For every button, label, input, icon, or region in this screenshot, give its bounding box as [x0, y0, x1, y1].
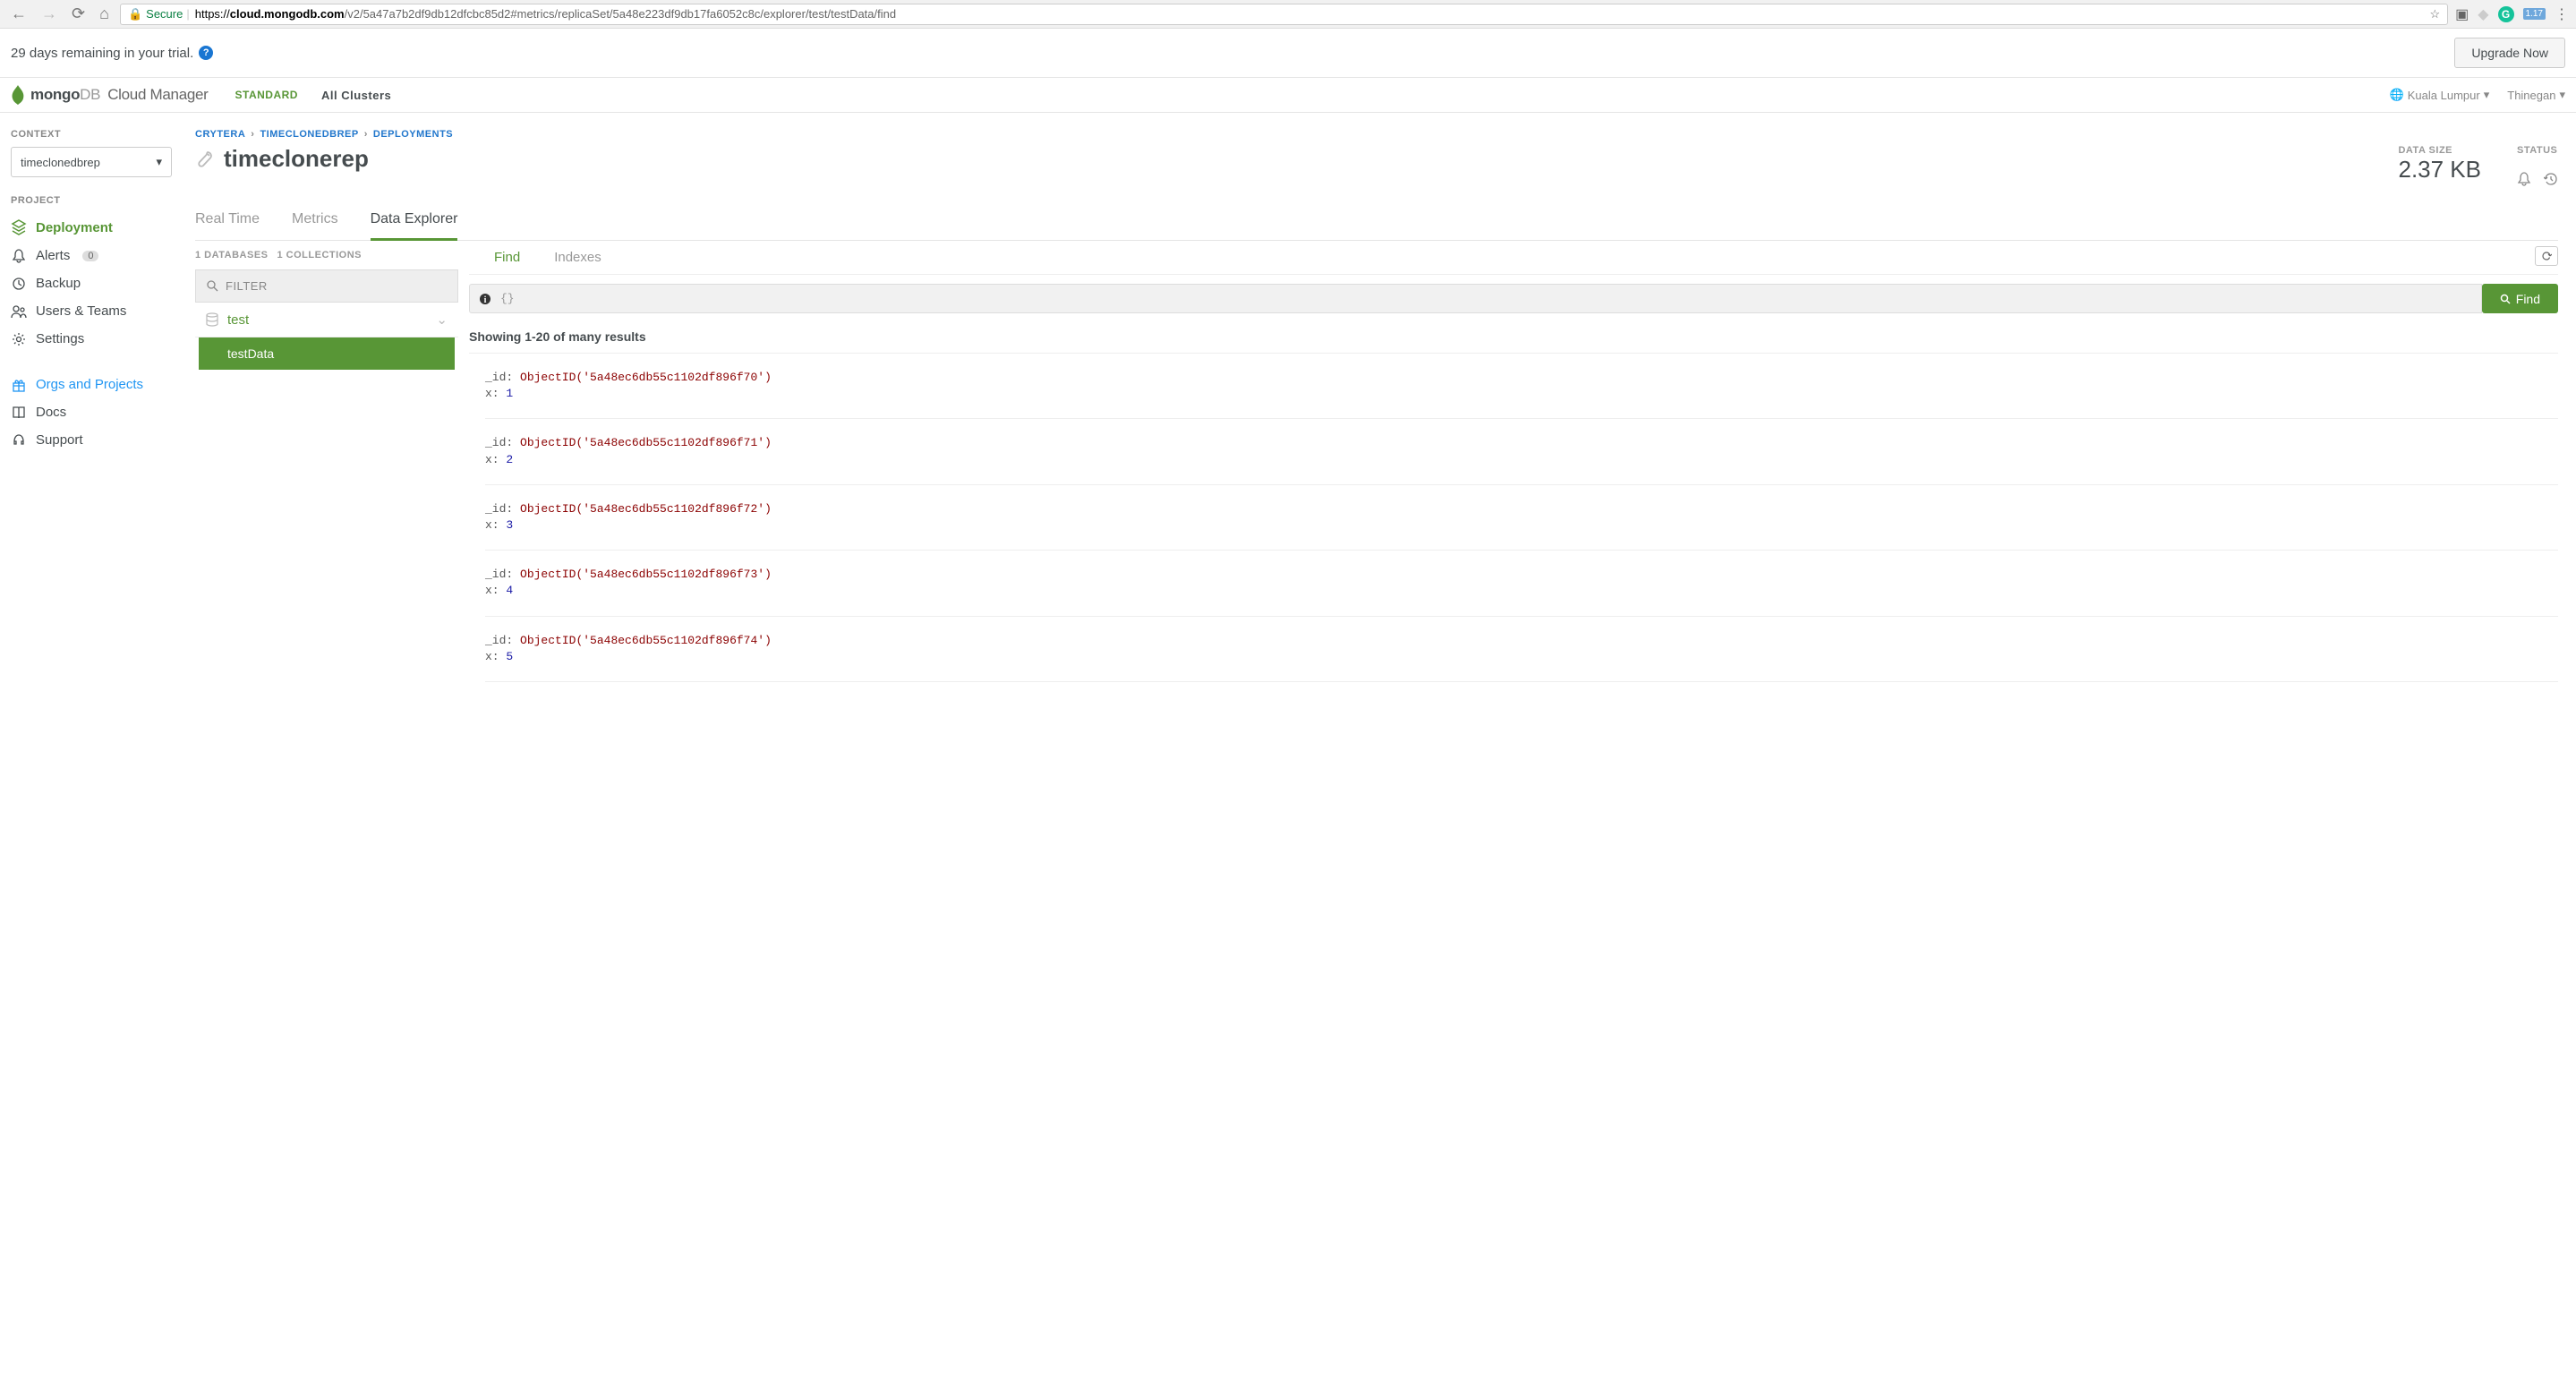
chevron-down-icon: ▾	[2559, 88, 2565, 102]
users-icon	[11, 304, 27, 319]
sidebar-item-users[interactable]: Users & Teams	[11, 297, 172, 325]
help-icon[interactable]: ?	[199, 46, 213, 60]
sidebar: CONTEXT timeclonedbrep ▾ PROJECT Deploym…	[0, 113, 183, 1375]
sidebar-item-orgs[interactable]: Orgs and Projects	[11, 371, 172, 398]
refresh-button[interactable]	[2535, 246, 2558, 266]
back-icon[interactable]: ←	[7, 4, 30, 23]
tab-data-explorer[interactable]: Data Explorer	[371, 202, 458, 241]
document-row[interactable]: _id: ObjectID('5a48ec6db55c1102df896f71'…	[485, 419, 2558, 484]
browser-chrome: ← → ⟳ ⌂ 🔒 Secure | https://cloud.mongodb…	[0, 0, 2576, 29]
brand-logo[interactable]: mongoDB Cloud Manager	[11, 85, 209, 105]
project-label: PROJECT	[11, 195, 172, 206]
cast-icon[interactable]: ▣	[2455, 5, 2469, 23]
wrench-icon	[195, 149, 215, 169]
extension-icon[interactable]: ◆	[2478, 5, 2488, 23]
subtab-indexes[interactable]: Indexes	[554, 250, 601, 265]
url-text: https://cloud.mongodb.com/v2/5a47a7b2df9…	[195, 7, 896, 21]
info-icon[interactable]: i	[479, 293, 491, 305]
upgrade-button[interactable]: Upgrade Now	[2454, 38, 2565, 68]
chevron-down-icon: ▾	[2484, 88, 2490, 102]
breadcrumb-link[interactable]: TIMECLONEDBREP	[260, 129, 358, 140]
page-title: timeclonerep	[195, 145, 369, 173]
chevron-down-icon: ▾	[156, 155, 162, 169]
reload-icon[interactable]: ⟳	[68, 4, 89, 23]
lock-icon: 🔒	[128, 7, 142, 21]
bell-icon	[11, 249, 27, 263]
explorer-content: Find Indexes i {} Find Showing 1-20 of m…	[458, 241, 2558, 682]
breadcrumb: CRYTERA › TIMECLONEDBREP › DEPLOYMENTS	[195, 129, 2558, 140]
grammarly-icon[interactable]: G	[2498, 6, 2514, 22]
status-stat: STATUS	[2517, 145, 2558, 186]
tab-realtime[interactable]: Real Time	[195, 202, 260, 240]
book-icon	[11, 406, 27, 420]
main-tabs: Real Time Metrics Data Explorer	[195, 202, 2558, 241]
results-summary: Showing 1-20 of many results	[469, 322, 2558, 354]
svg-text:i: i	[484, 295, 487, 305]
tab-metrics[interactable]: Metrics	[292, 202, 338, 240]
gift-icon	[11, 378, 27, 392]
browser-extension-icons: ▣ ◆ G 1.17 ⋮	[2455, 5, 2569, 23]
sidebar-item-docs[interactable]: Docs	[11, 398, 172, 426]
collection-count: 1 COLLECTIONS	[277, 250, 363, 260]
main-content: CRYTERA › TIMECLONEDBREP › DEPLOYMENTS t…	[183, 113, 2576, 1375]
backup-icon	[11, 277, 27, 291]
document-row[interactable]: _id: ObjectID('5a48ec6db55c1102df896f70'…	[485, 354, 2558, 419]
collection-row[interactable]: testData	[199, 337, 455, 370]
context-select[interactable]: timeclonedbrep ▾	[11, 147, 172, 177]
document-row[interactable]: _id: ObjectID('5a48ec6db55c1102df896f73'…	[485, 551, 2558, 616]
secure-label: Secure	[146, 7, 183, 21]
golang-badge[interactable]: 1.17	[2523, 8, 2546, 20]
tab-all-clusters[interactable]: All Clusters	[321, 89, 391, 102]
document-list: _id: ObjectID('5a48ec6db55c1102df896f70'…	[469, 354, 2558, 682]
subtab-find[interactable]: Find	[494, 250, 520, 265]
leaf-icon	[11, 85, 25, 105]
home-icon[interactable]: ⌂	[96, 4, 113, 23]
find-button[interactable]: Find	[2482, 284, 2558, 313]
sub-tabs: Find Indexes	[469, 241, 2558, 275]
breadcrumb-link[interactable]: CRYTERA	[195, 129, 245, 140]
sidebar-item-alerts[interactable]: Alerts 0	[11, 242, 172, 269]
gear-icon	[11, 332, 27, 346]
document-row[interactable]: _id: ObjectID('5a48ec6db55c1102df896f74'…	[485, 617, 2558, 682]
user-dropdown[interactable]: Thinegan ▾	[2507, 88, 2565, 102]
globe-icon: 🌐	[2390, 88, 2404, 102]
query-input[interactable]: i {}	[469, 284, 2482, 313]
secure-badge: 🔒 Secure |	[128, 7, 190, 21]
filter-input[interactable]: FILTER	[195, 269, 458, 303]
sidebar-item-deployment[interactable]: Deployment	[11, 213, 172, 242]
trial-banner: 29 days remaining in your trial. ? Upgra…	[0, 29, 2576, 78]
app-header: mongoDB Cloud Manager STANDARD All Clust…	[0, 78, 2576, 113]
database-row[interactable]: test ⌄	[195, 303, 458, 337]
bell-icon[interactable]	[2517, 172, 2531, 186]
url-bar[interactable]: 🔒 Secure | https://cloud.mongodb.com/v2/…	[120, 4, 2448, 25]
sidebar-item-settings[interactable]: Settings	[11, 325, 172, 353]
region-dropdown[interactable]: 🌐 Kuala Lumpur ▾	[2390, 88, 2490, 102]
alerts-count-badge: 0	[82, 251, 98, 261]
history-icon[interactable]	[2544, 172, 2558, 186]
breadcrumb-link[interactable]: DEPLOYMENTS	[373, 129, 453, 140]
deployment-icon	[11, 219, 27, 235]
menu-icon[interactable]: ⋮	[2555, 5, 2569, 23]
chevron-down-icon: ⌄	[436, 312, 448, 328]
tab-standard[interactable]: STANDARD	[235, 89, 298, 101]
sidebar-item-backup[interactable]: Backup	[11, 269, 172, 297]
star-icon[interactable]: ☆	[2429, 7, 2440, 21]
context-label: CONTEXT	[11, 129, 172, 140]
db-count: 1 DATABASES	[195, 250, 269, 260]
search-icon	[207, 280, 218, 292]
forward-icon: →	[38, 4, 61, 23]
sidebar-item-support[interactable]: Support	[11, 426, 172, 454]
document-row[interactable]: _id: ObjectID('5a48ec6db55c1102df896f72'…	[485, 485, 2558, 551]
trial-text: 29 days remaining in your trial.	[11, 46, 193, 61]
data-size-stat: DATA SIZE 2.37 KB	[2398, 145, 2481, 184]
explorer-sidebar: 1 DATABASES 1 COLLECTIONS FILTER test ⌄ …	[195, 241, 458, 682]
headset-icon	[11, 433, 27, 448]
database-icon	[206, 312, 218, 327]
